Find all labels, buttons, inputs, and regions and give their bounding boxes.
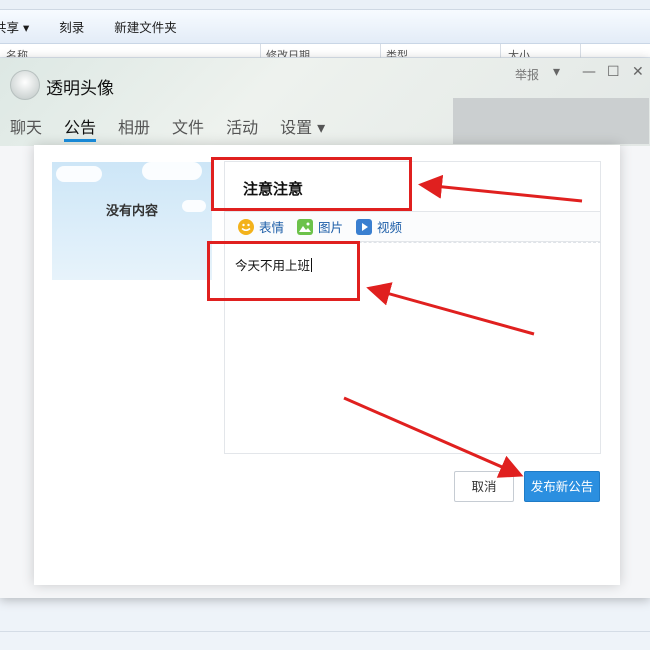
cloud-shape xyxy=(142,162,202,180)
image-label: 图片 xyxy=(318,220,344,235)
column-modified[interactable]: 修改日期 xyxy=(266,47,310,57)
explorer-toolbar: 共享 ▾ 刻录 新建文件夹 xyxy=(0,10,650,44)
explorer-top-strip xyxy=(0,0,650,10)
new-folder-button[interactable]: 新建文件夹 xyxy=(114,17,177,36)
empty-content-text: 没有内容 xyxy=(106,204,159,219)
column-name[interactable]: 名称 xyxy=(6,47,28,57)
cover-image-placeholder[interactable]: 没有内容 xyxy=(52,162,212,280)
column-type[interactable]: 类型 xyxy=(386,47,408,57)
titlebar-ad-area xyxy=(453,98,649,144)
tab-activity[interactable]: 活动 xyxy=(226,112,258,142)
emoji-button[interactable]: 表情 xyxy=(238,217,284,236)
tab-chat[interactable]: 聊天 xyxy=(10,112,42,142)
group-titlebar: 透明头像 举报 ▾ — ☐ ✕ 聊天 公告 相册 文件 活动 设置 ▾ xyxy=(0,58,650,146)
report-link[interactable]: 举报 xyxy=(515,66,539,83)
group-nav-tabs: 聊天 公告 相册 文件 活动 设置 ▾ xyxy=(0,112,337,142)
cancel-button[interactable]: 取消 xyxy=(454,471,514,502)
column-divider xyxy=(260,44,261,58)
annotation-box-title xyxy=(211,157,412,211)
group-name: 透明头像 xyxy=(46,79,114,99)
emoji-label: 表情 xyxy=(259,220,285,235)
video-icon xyxy=(356,218,373,235)
column-divider xyxy=(500,44,501,58)
tab-files[interactable]: 文件 xyxy=(172,112,204,142)
menu-dropdown-icon[interactable]: ▾ xyxy=(553,64,560,80)
image-icon xyxy=(297,218,314,235)
share-menu[interactable]: 共享 ▾ xyxy=(0,17,29,36)
explorer-column-header: 名称 修改日期 类型 大小 xyxy=(0,44,650,58)
video-label: 视频 xyxy=(377,220,403,235)
cloud-shape xyxy=(182,200,206,212)
cloud-shape xyxy=(56,166,102,182)
video-button[interactable]: 视频 xyxy=(356,217,402,236)
annotation-box-body xyxy=(207,241,360,301)
emoji-icon xyxy=(238,218,254,235)
column-size[interactable]: 大小 xyxy=(508,47,530,57)
minimize-icon[interactable]: — xyxy=(582,64,596,80)
tab-settings[interactable]: 设置 ▾ xyxy=(280,112,325,142)
group-avatar[interactable] xyxy=(10,70,40,100)
explorer-status-bar xyxy=(0,596,650,650)
close-icon[interactable]: ✕ xyxy=(632,64,644,80)
editor-toolbar: 表情 图片 视频 xyxy=(224,211,601,242)
column-divider xyxy=(380,44,381,58)
column-divider xyxy=(580,44,581,58)
burn-button[interactable]: 刻录 xyxy=(59,17,84,36)
tab-announcement[interactable]: 公告 xyxy=(64,112,97,142)
maximize-icon[interactable]: ☐ xyxy=(607,64,620,80)
publish-announcement-button[interactable]: 发布新公告 xyxy=(524,471,600,502)
tab-album[interactable]: 相册 xyxy=(118,112,150,142)
image-button[interactable]: 图片 xyxy=(297,217,343,236)
